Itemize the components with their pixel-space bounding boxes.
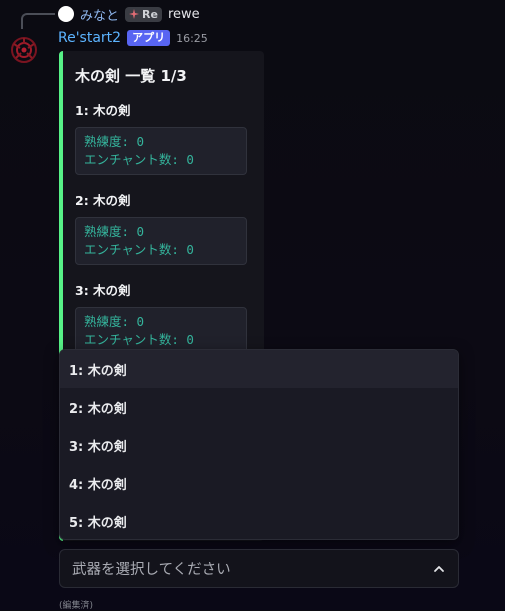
proficiency-line: 熟練度: 0 bbox=[84, 314, 145, 329]
weapon-dropdown-menu: 1: 木の剣 2: 木の剣 3: 木の剣 4: 木の剣 5: 木の剣 bbox=[59, 349, 459, 540]
embed-field-name: 3: 木の剣 bbox=[75, 283, 131, 298]
reply-badge-label: Re bbox=[142, 7, 158, 21]
reply-connector bbox=[21, 13, 55, 29]
embed-field-codeblock: 熟練度: 0 エンチャント数: 0 bbox=[75, 127, 247, 175]
dropdown-option-4[interactable]: 4: 木の剣 bbox=[60, 464, 458, 502]
timestamp: 16:25 bbox=[176, 31, 208, 45]
reply-badge: Re bbox=[125, 6, 162, 22]
dropdown-option-3[interactable]: 3: 木の剣 bbox=[60, 426, 458, 464]
dropdown-option-5[interactable]: 5: 木の剣 bbox=[60, 502, 458, 539]
dropdown-option-2[interactable]: 2: 木の剣 bbox=[60, 388, 458, 426]
message-header: Re'start2 アプリ 16:25 bbox=[58, 29, 208, 47]
embed-field-name: 1: 木の剣 bbox=[75, 103, 131, 118]
chevron-up-icon[interactable] bbox=[432, 562, 446, 576]
edited-label: (編集済) bbox=[59, 601, 94, 611]
proficiency-line: 熟練度: 0 bbox=[84, 134, 145, 149]
embed-field-codeblock: 熟練度: 0 エンチャント数: 0 bbox=[75, 307, 247, 355]
enchant-line: エンチャント数: 0 bbox=[84, 242, 194, 257]
app-tag: アプリ bbox=[127, 30, 171, 46]
bot-name[interactable]: Re'start2 bbox=[58, 30, 121, 46]
proficiency-line: 熟練度: 0 bbox=[84, 224, 145, 239]
reply-text[interactable]: rewe bbox=[168, 7, 200, 22]
enchant-line: エンチャント数: 0 bbox=[84, 152, 194, 167]
enchant-line: エンチャント数: 0 bbox=[84, 332, 194, 347]
weapon-select[interactable]: 武器を選択してください bbox=[59, 549, 459, 588]
sparkle-icon bbox=[129, 9, 140, 19]
reply-reference[interactable]: みなと Re rewe bbox=[58, 5, 200, 24]
reply-username[interactable]: みなと bbox=[80, 5, 119, 24]
embed-field-codeblock: 熟練度: 0 エンチャント数: 0 bbox=[75, 217, 247, 265]
bot-avatar[interactable] bbox=[8, 34, 40, 66]
select-placeholder: 武器を選択してください bbox=[72, 562, 231, 578]
embed-title: 木の剣 一覧 1/3 bbox=[75, 67, 187, 85]
embed-field-name: 2: 木の剣 bbox=[75, 193, 131, 208]
reply-avatar[interactable] bbox=[58, 6, 74, 22]
dropdown-option-1[interactable]: 1: 木の剣 bbox=[60, 350, 458, 388]
